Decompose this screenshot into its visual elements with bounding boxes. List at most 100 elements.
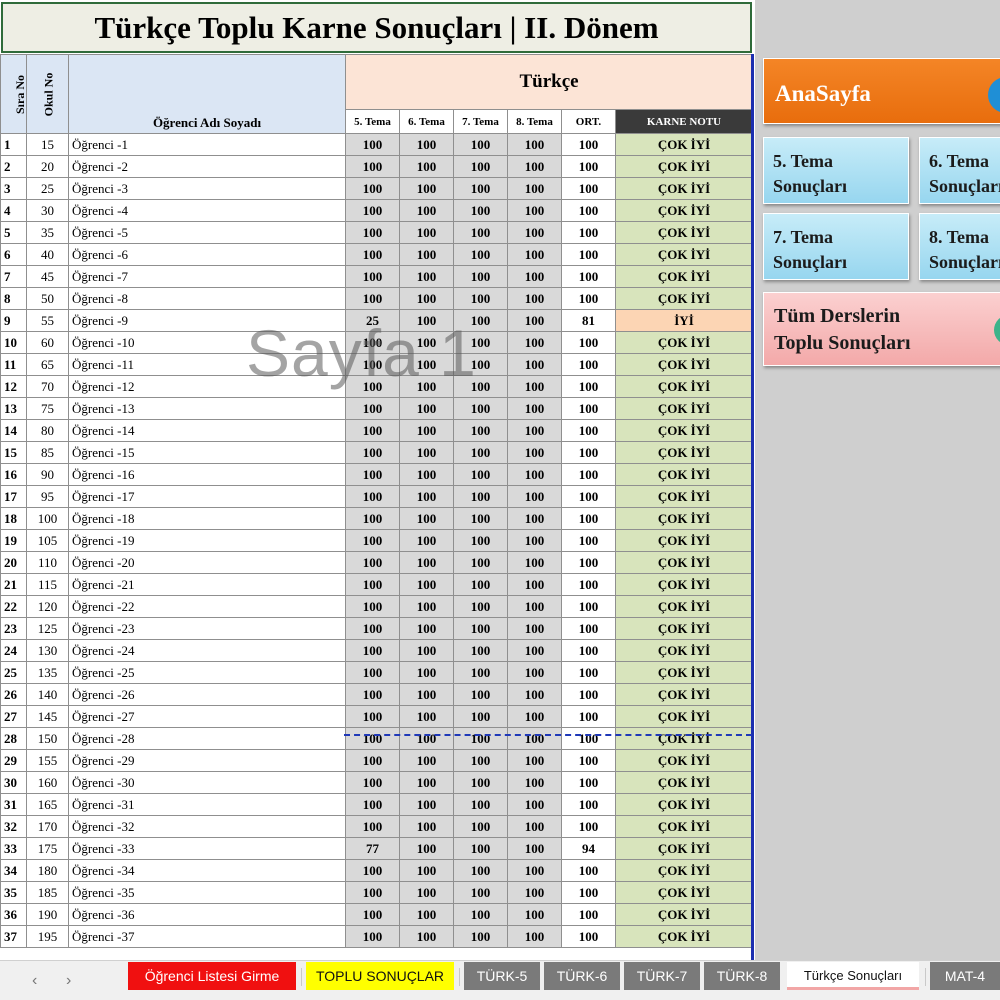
tema6-score-cell[interactable]: 100	[399, 221, 454, 244]
karne-notu-cell[interactable]: ÇOK İYİ	[614, 617, 754, 640]
tema8-score-cell[interactable]: 100	[507, 859, 562, 882]
average-cell[interactable]: 100	[561, 903, 616, 926]
student-name-cell[interactable]: Öğrenci -31	[68, 793, 346, 816]
tema7-score-cell[interactable]: 100	[453, 331, 508, 354]
tema5-score-cell[interactable]: 100	[345, 815, 400, 838]
tema5-score-cell[interactable]: 100	[345, 265, 400, 288]
tab-turk-5[interactable]: TÜRK-5	[464, 962, 540, 990]
student-name-cell[interactable]: Öğrenci -15	[68, 441, 346, 464]
tema8-score-cell[interactable]: 100	[507, 771, 562, 794]
student-name-cell[interactable]: Öğrenci -25	[68, 661, 346, 684]
karne-notu-cell[interactable]: ÇOK İYİ	[614, 595, 754, 618]
karne-notu-cell[interactable]: ÇOK İYİ	[614, 265, 754, 288]
sira-no-cell[interactable]: 31	[0, 793, 27, 816]
tema7-score-cell[interactable]: 100	[453, 463, 508, 486]
karne-notu-cell[interactable]: ÇOK İYİ	[614, 793, 754, 816]
karne-notu-cell[interactable]: ÇOK İYİ	[614, 661, 754, 684]
okul-no-cell[interactable]: 120	[26, 595, 69, 618]
tema6-score-cell[interactable]: 100	[399, 595, 454, 618]
tema8-score-cell[interactable]: 100	[507, 375, 562, 398]
student-name-cell[interactable]: Öğrenci -27	[68, 705, 346, 728]
student-name-cell[interactable]: Öğrenci -19	[68, 529, 346, 552]
average-cell[interactable]: 100	[561, 419, 616, 442]
tema5-score-cell[interactable]: 100	[345, 617, 400, 640]
student-name-cell[interactable]: Öğrenci -32	[68, 815, 346, 838]
sira-no-cell[interactable]: 9	[0, 309, 27, 332]
karne-notu-cell[interactable]: ÇOK İYİ	[614, 419, 754, 442]
student-name-cell[interactable]: Öğrenci -11	[68, 353, 346, 376]
okul-no-cell[interactable]: 165	[26, 793, 69, 816]
tema7-score-cell[interactable]: 100	[453, 617, 508, 640]
header-tema6[interactable]: 6. Tema	[399, 109, 454, 134]
karne-notu-cell[interactable]: ÇOK İYİ	[614, 221, 754, 244]
sira-no-cell[interactable]: 8	[0, 287, 27, 310]
sira-no-cell[interactable]: 26	[0, 683, 27, 706]
karne-notu-cell[interactable]: ÇOK İYİ	[614, 287, 754, 310]
tab-scroll-right-icon[interactable]: ›	[66, 972, 71, 990]
sira-no-cell[interactable]: 19	[0, 529, 27, 552]
tema7-score-cell[interactable]: 100	[453, 661, 508, 684]
average-cell[interactable]: 100	[561, 881, 616, 904]
tema7-score-cell[interactable]: 100	[453, 881, 508, 904]
okul-no-cell[interactable]: 30	[26, 199, 69, 222]
student-name-cell[interactable]: Öğrenci -7	[68, 265, 346, 288]
karne-notu-cell[interactable]: ÇOK İYİ	[614, 771, 754, 794]
sira-no-cell[interactable]: 24	[0, 639, 27, 662]
tema7-score-cell[interactable]: 100	[453, 353, 508, 376]
sira-no-cell[interactable]: 15	[0, 441, 27, 464]
average-cell[interactable]: 100	[561, 793, 616, 816]
tema5-score-cell[interactable]: 100	[345, 485, 400, 508]
karne-notu-cell[interactable]: ÇOK İYİ	[614, 463, 754, 486]
tema7-score-cell[interactable]: 100	[453, 551, 508, 574]
okul-no-cell[interactable]: 100	[26, 507, 69, 530]
okul-no-cell[interactable]: 155	[26, 749, 69, 772]
tema6-score-cell[interactable]: 100	[399, 463, 454, 486]
tema7-score-cell[interactable]: 100	[453, 683, 508, 706]
okul-no-cell[interactable]: 130	[26, 639, 69, 662]
okul-no-cell[interactable]: 20	[26, 155, 69, 178]
tema5-score-cell[interactable]: 77	[345, 837, 400, 860]
sira-no-cell[interactable]: 11	[0, 353, 27, 376]
tema8-score-cell[interactable]: 100	[507, 177, 562, 200]
average-cell[interactable]: 100	[561, 177, 616, 200]
tema5-score-cell[interactable]: 100	[345, 771, 400, 794]
student-name-cell[interactable]: Öğrenci -36	[68, 903, 346, 926]
tema6-score-cell[interactable]: 100	[399, 441, 454, 464]
sira-no-cell[interactable]: 37	[0, 925, 27, 948]
tema7-score-cell[interactable]: 100	[453, 441, 508, 464]
average-cell[interactable]: 100	[561, 529, 616, 552]
average-cell[interactable]: 94	[561, 837, 616, 860]
average-cell[interactable]: 100	[561, 507, 616, 530]
tema6-score-cell[interactable]: 100	[399, 661, 454, 684]
tema8-score-cell[interactable]: 100	[507, 551, 562, 574]
karne-notu-cell[interactable]: ÇOK İYİ	[614, 199, 754, 222]
tema8-score-cell[interactable]: 100	[507, 573, 562, 596]
average-cell[interactable]: 100	[561, 661, 616, 684]
tema7-score-cell[interactable]: 100	[453, 771, 508, 794]
tema7-score-cell[interactable]: 100	[453, 793, 508, 816]
tema6-score-cell[interactable]: 100	[399, 749, 454, 772]
tema7-score-cell[interactable]: 100	[453, 859, 508, 882]
student-name-cell[interactable]: Öğrenci -1	[68, 133, 346, 156]
tema8-score-cell[interactable]: 100	[507, 749, 562, 772]
tema7-score-cell[interactable]: 100	[453, 243, 508, 266]
tema7-score-cell[interactable]: 100	[453, 133, 508, 156]
header-subject[interactable]: Türkçe	[344, 54, 754, 110]
karne-notu-cell[interactable]: ÇOK İYİ	[614, 441, 754, 464]
tema5-score-cell[interactable]: 100	[345, 419, 400, 442]
tema6-score-cell[interactable]: 100	[399, 573, 454, 596]
sira-no-cell[interactable]: 27	[0, 705, 27, 728]
sira-no-cell[interactable]: 34	[0, 859, 27, 882]
sira-no-cell[interactable]: 35	[0, 881, 27, 904]
karne-notu-cell[interactable]: ÇOK İYİ	[614, 837, 754, 860]
sira-no-cell[interactable]: 25	[0, 661, 27, 684]
tema5-score-cell[interactable]: 100	[345, 683, 400, 706]
okul-no-cell[interactable]: 70	[26, 375, 69, 398]
tema8-score-cell[interactable]: 100	[507, 199, 562, 222]
average-cell[interactable]: 100	[561, 353, 616, 376]
sira-no-cell[interactable]: 4	[0, 199, 27, 222]
karne-notu-cell[interactable]: ÇOK İYİ	[614, 749, 754, 772]
average-cell[interactable]: 100	[561, 375, 616, 398]
tab-ogrenci-listesi[interactable]: Öğrenci Listesi Girme	[128, 962, 296, 990]
student-name-cell[interactable]: Öğrenci -17	[68, 485, 346, 508]
